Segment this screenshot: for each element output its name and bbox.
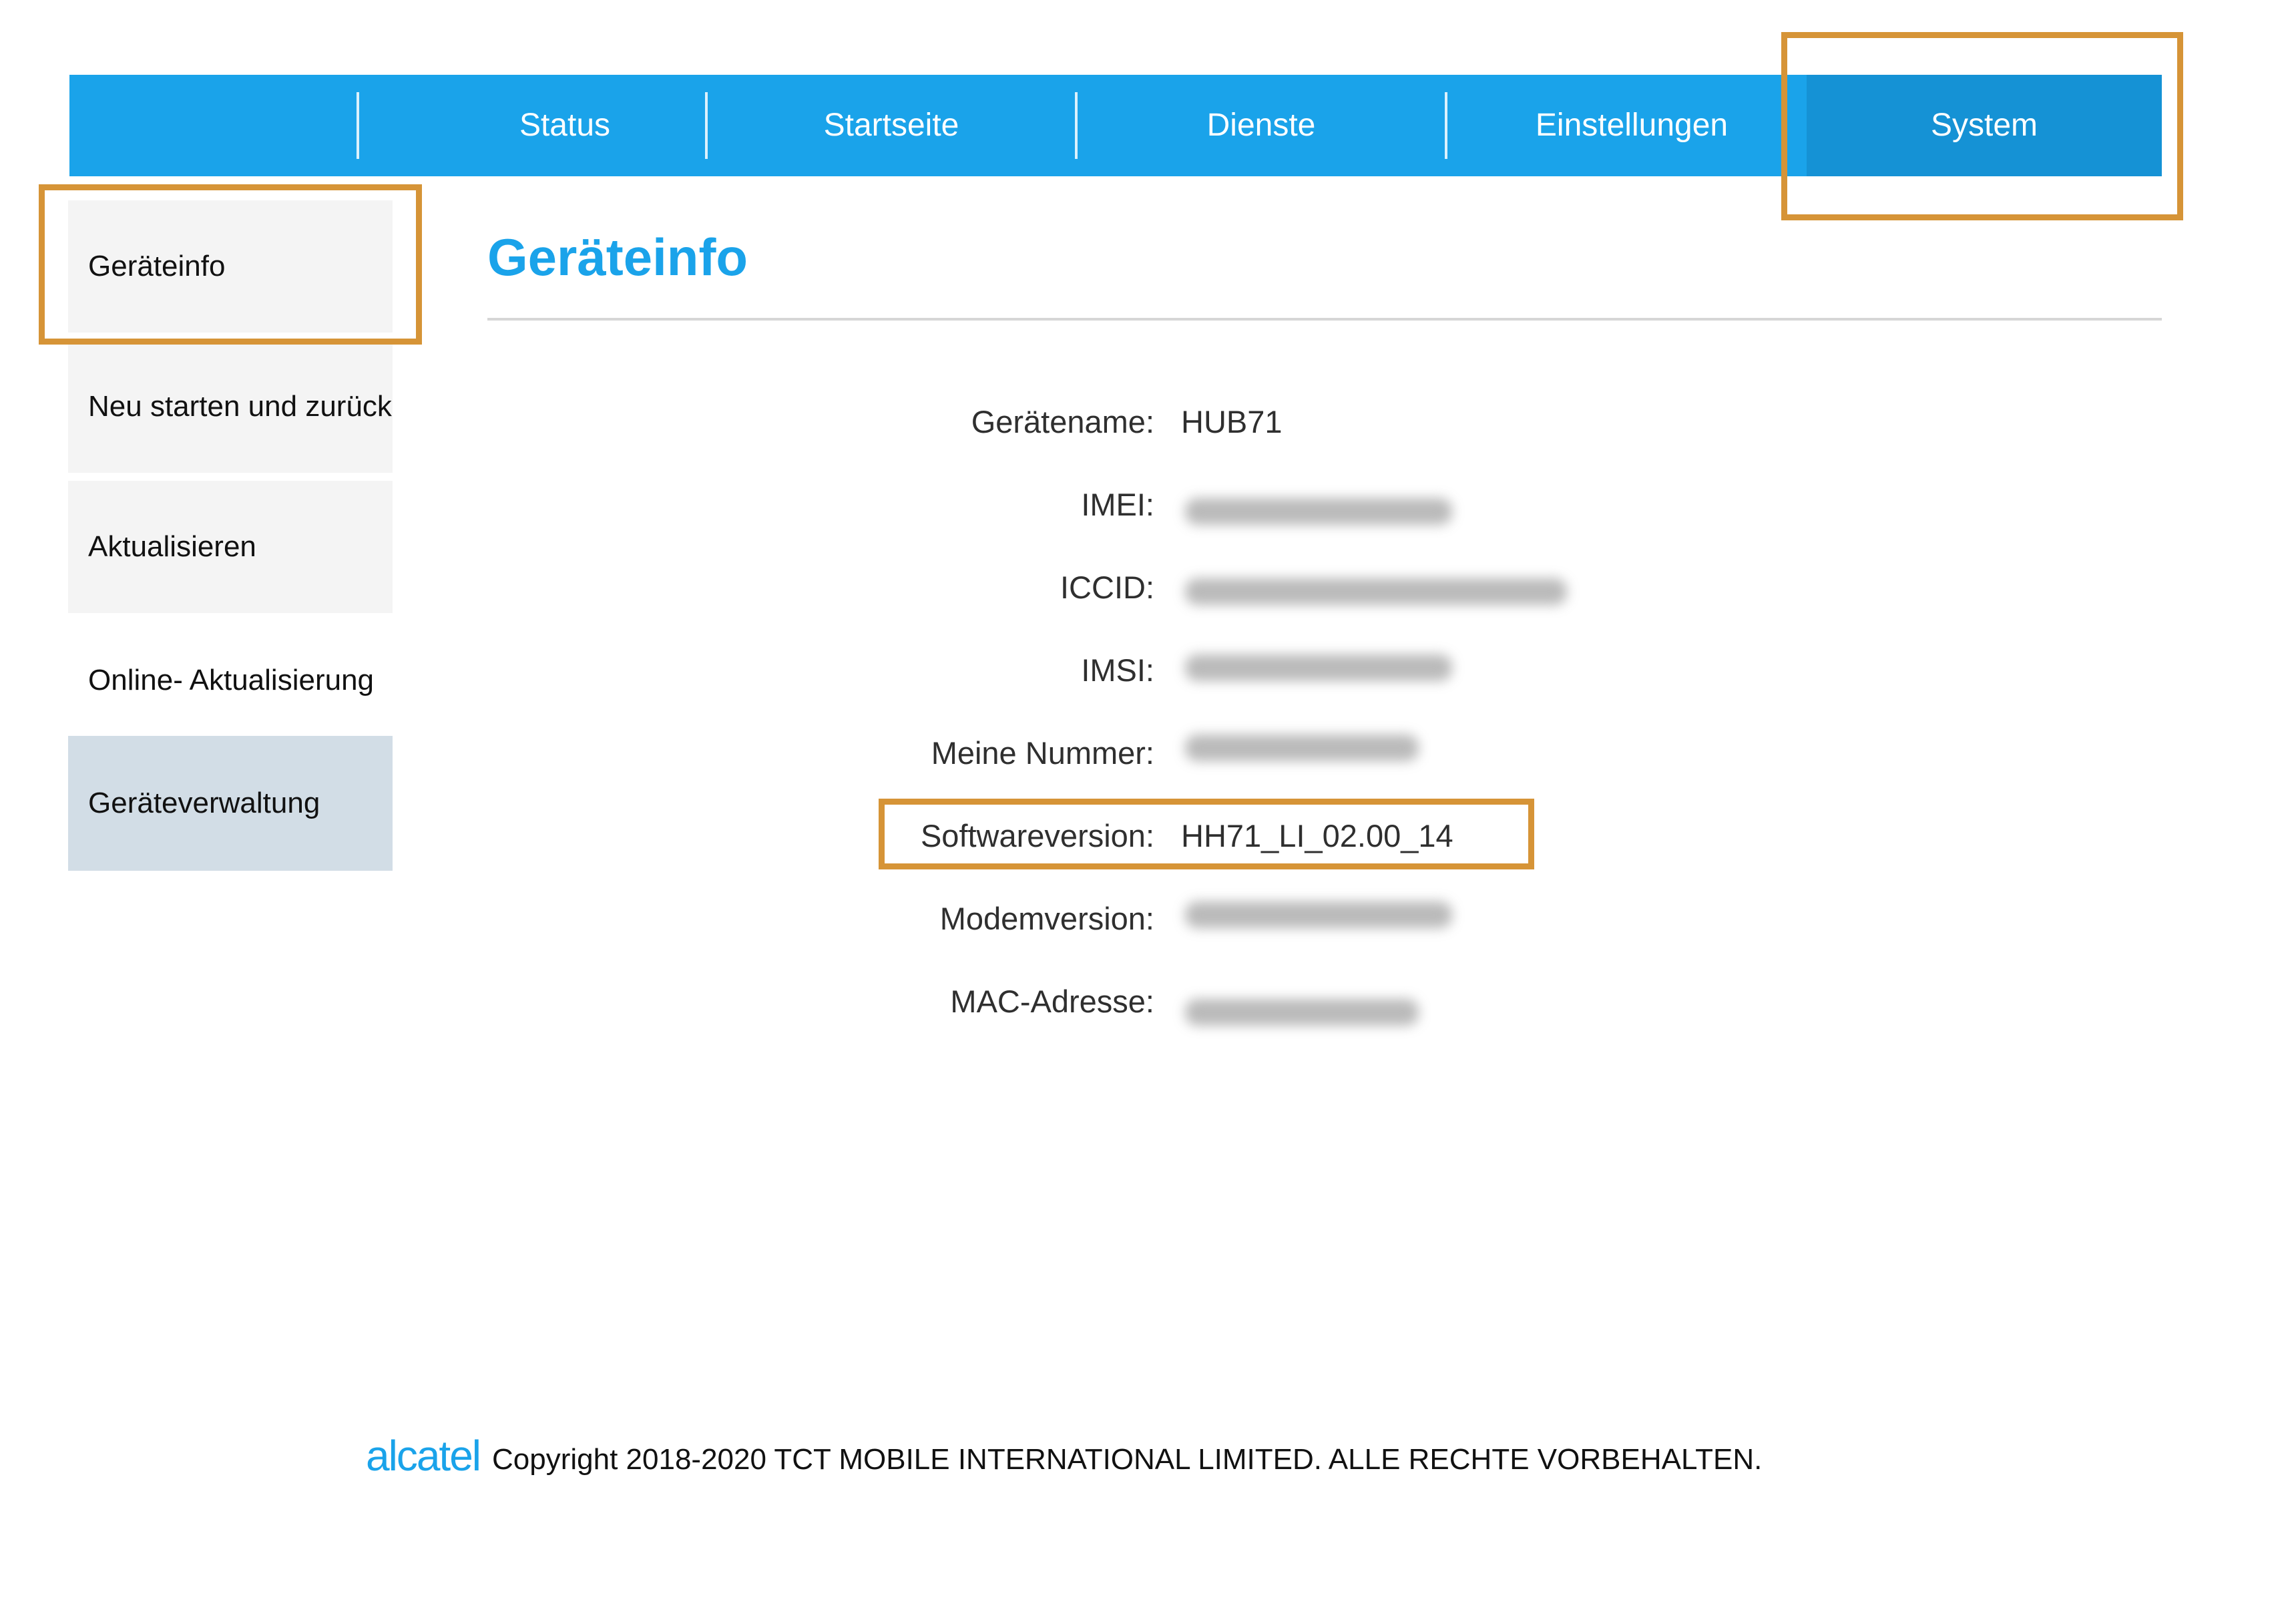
nav-tab-system[interactable]: System (1807, 75, 2162, 176)
field-label-meine-nummer: Meine Nummer: (931, 735, 1154, 771)
redacted-mac-value (1185, 999, 1419, 1026)
copyright-text: Copyright 2018-2020 TCT MOBILE INTERNATI… (492, 1443, 1763, 1476)
nav-tab-einstellungen[interactable]: Einstellungen (1447, 75, 1816, 176)
redacted-imsi-value (1185, 654, 1452, 681)
sidebar-item-geraeteverwaltung[interactable]: Geräteverwaltung (68, 736, 393, 871)
footer: alcatel Copyright 2018-2020 TCT MOBILE I… (366, 1434, 1762, 1477)
sidebar-item-neu-starten[interactable]: Neu starten und zurücksetzen (68, 341, 393, 473)
field-value-geraetename: HUB71 (1181, 404, 1283, 439)
field-label-imei: IMEI: (1081, 487, 1154, 522)
page-title: Geräteinfo (487, 228, 748, 286)
redacted-nummer-value (1185, 735, 1419, 761)
alcatel-logo: alcatel (366, 1432, 481, 1480)
field-label-mac-adresse: MAC-Adresse: (950, 984, 1154, 1019)
field-label-modemversion: Modemversion: (939, 901, 1154, 936)
nav-tab-startseite[interactable]: Startseite (708, 75, 1075, 176)
field-label-iccid: ICCID: (1060, 570, 1154, 605)
nav-tab-dienste[interactable]: Dienste (1078, 75, 1445, 176)
field-label-imsi: IMSI: (1081, 652, 1154, 688)
redacted-iccid-value (1185, 578, 1567, 605)
sidebar-item-aktualisieren[interactable]: Aktualisieren (68, 481, 393, 613)
field-label-geraetename: Gerätename: (971, 404, 1154, 439)
top-nav-bar: Status Startseite Dienste Einstellungen … (69, 75, 2162, 176)
field-label-softwareversion: Softwareversion: (920, 818, 1154, 853)
field-value-softwareversion: HH71_LI_02.00_14 (1181, 818, 1453, 853)
sidebar-item-online-aktualisierung[interactable]: Online- Aktualisierung (68, 614, 393, 747)
sidebar-item-geraeteinfo[interactable]: Geräteinfo (68, 200, 393, 333)
title-divider (487, 318, 2162, 321)
redacted-modem-value (1185, 901, 1452, 928)
redacted-imei-value (1185, 498, 1452, 525)
